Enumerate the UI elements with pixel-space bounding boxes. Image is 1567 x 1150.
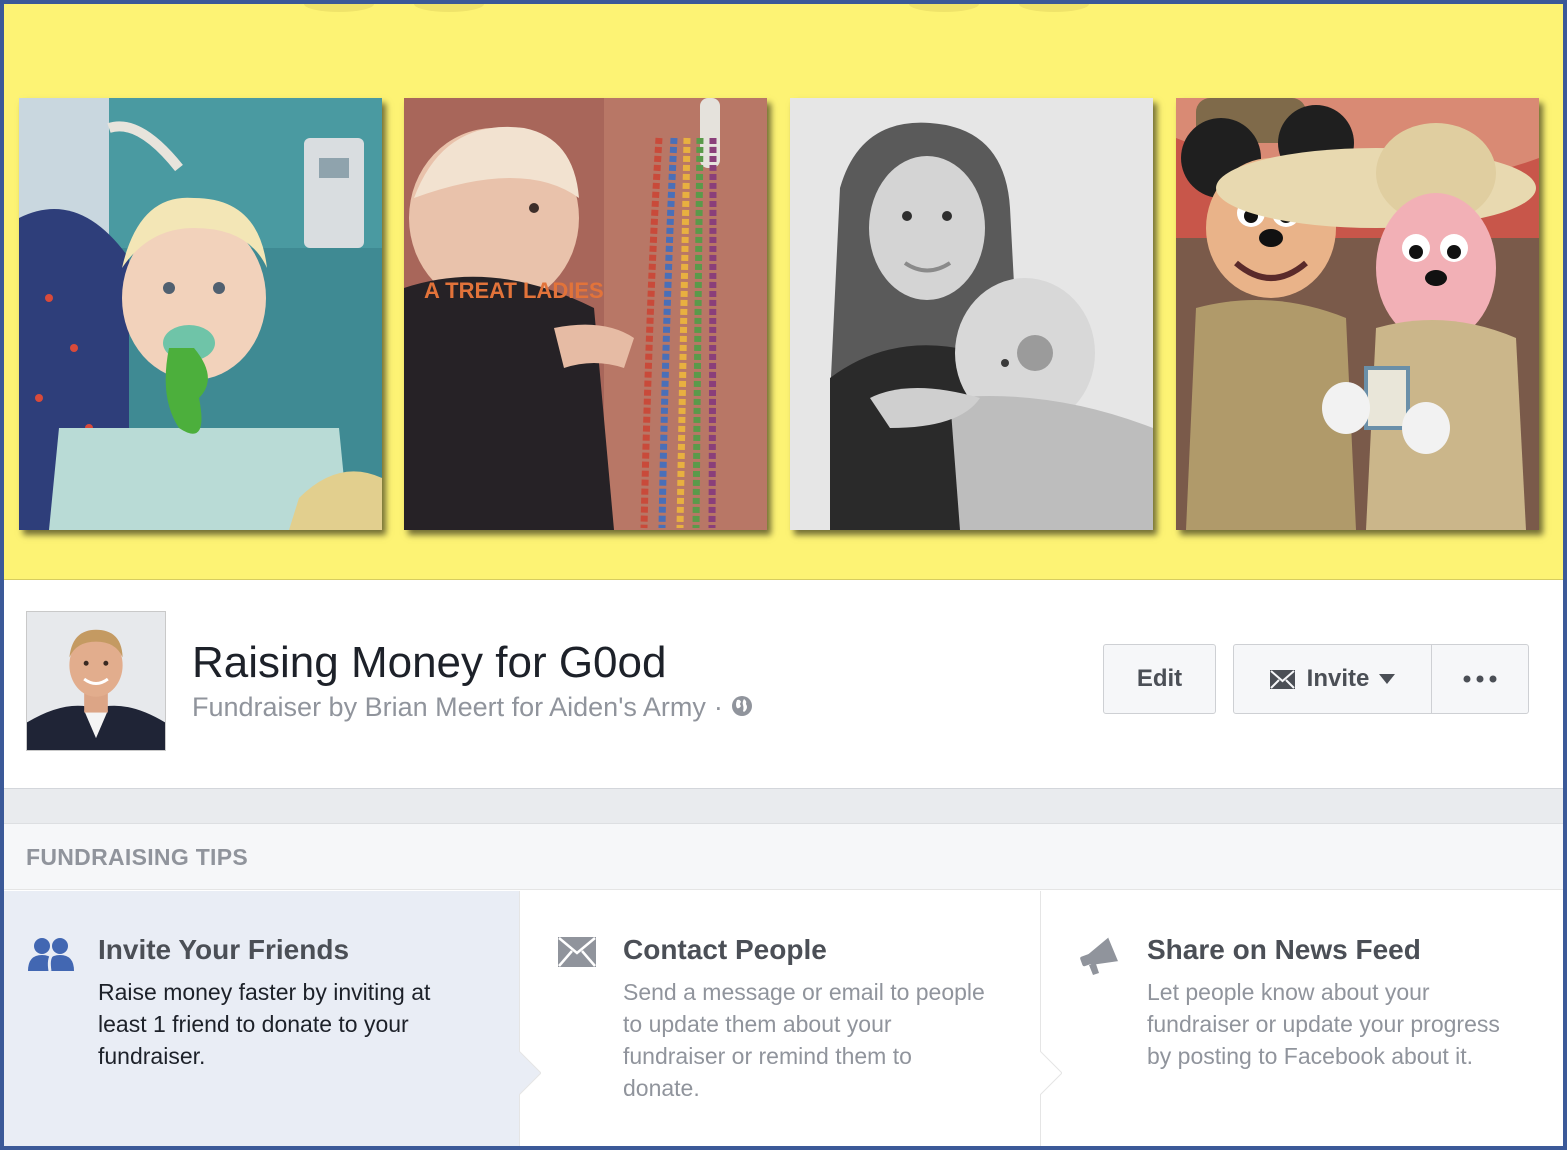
tip-heading: Contact People [623, 934, 827, 965]
tips-title: FUNDRAISING TIPS [26, 844, 249, 870]
megaphone-icon [1080, 936, 1120, 975]
avatar[interactable] [26, 611, 166, 751]
cover-decoration [1019, 4, 1089, 12]
cover-decoration [304, 4, 374, 12]
cover-photo-mother-child [790, 98, 1153, 530]
fundraiser-subtitle: Fundraiser by Brian Meert for Aiden's Ar… [192, 692, 753, 723]
globe-icon[interactable] [731, 695, 753, 717]
tips-header: FUNDRAISING TIPS [4, 824, 1563, 890]
ellipsis-icon [1463, 675, 1497, 683]
byline-separator: · [713, 692, 723, 722]
tip-heading: Invite Your Friends [98, 934, 350, 965]
edit-button[interactable]: Edit [1103, 644, 1216, 714]
invite-button[interactable]: Invite [1233, 644, 1432, 714]
friends-icon [28, 938, 74, 972]
tip-contact-people[interactable]: Contact People Send a message or email t… [519, 891, 1040, 1146]
cover-photo-boy-beads: A TREAT LADIES [404, 98, 767, 530]
envelope-icon [558, 937, 596, 967]
tip-divider-arrow [1040, 1051, 1062, 1095]
cover-decoration [414, 4, 484, 12]
section-divider [4, 788, 1563, 824]
active-tip-arrow [519, 1051, 541, 1095]
cover-photo[interactable]: A TREAT LADIES [4, 4, 1563, 580]
fundraiser-byline[interactable]: Fundraiser by Brian Meert for Aiden's Ar… [192, 692, 706, 723]
tip-description: Send a message or email to people to upd… [623, 979, 985, 1101]
cover-decoration [909, 4, 979, 12]
cover-photo-toddler [19, 98, 382, 530]
tip-description: Raise money faster by inviting at least … [98, 979, 431, 1069]
shirt-text: A TREAT LADIES [424, 278, 604, 303]
edit-button-label: Edit [1136, 665, 1183, 692]
chevron-down-icon [1379, 674, 1396, 684]
invite-button-label: Invite [1306, 665, 1370, 692]
more-options-button[interactable] [1431, 644, 1529, 714]
tip-heading: Share on News Feed [1147, 934, 1421, 965]
page-title: Raising Money for G0od [192, 638, 667, 687]
tip-description: Let people know about your fundraiser or… [1147, 979, 1500, 1069]
envelope-icon [1269, 669, 1295, 689]
tip-share-news-feed[interactable]: Share on News Feed Let people know about… [1040, 891, 1563, 1146]
tip-invite-friends[interactable]: Invite Your Friends Raise money faster b… [4, 891, 519, 1146]
cover-photo-mickey-minnie [1176, 98, 1539, 530]
fundraiser-page: A TREAT LADIES Raising Money for G0od Fu… [0, 0, 1567, 1150]
